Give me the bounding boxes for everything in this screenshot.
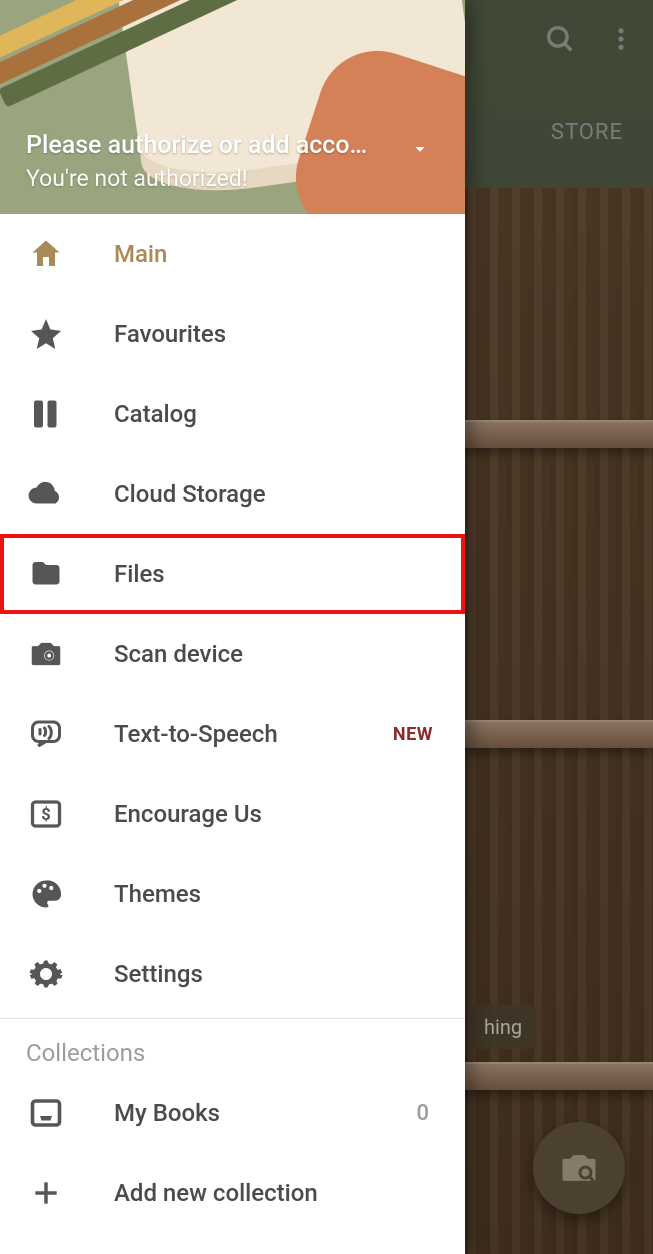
nav-item-label: Cloud Storage: [114, 480, 439, 508]
nav-item-scan-device[interactable]: Scan device: [0, 614, 465, 694]
collection-my-books[interactable]: My Books 0: [0, 1073, 465, 1153]
collections-section-title: Collections: [0, 1029, 465, 1073]
star-icon: [26, 314, 66, 354]
add-new-collection[interactable]: Add new collection: [0, 1153, 465, 1233]
drawer-subtitle: You're not authorized!: [26, 165, 248, 192]
palette-icon: [26, 874, 66, 914]
nav-item-themes[interactable]: Themes: [0, 854, 465, 934]
nav-item-label: Themes: [114, 880, 439, 908]
nav-item-tts[interactable]: Text-to-Speech NEW: [0, 694, 465, 774]
chevron-down-icon[interactable]: [409, 138, 431, 160]
svg-text:$: $: [41, 806, 50, 825]
divider: [0, 1018, 465, 1019]
inbox-icon: [26, 1093, 66, 1133]
books-icon: [26, 394, 66, 434]
nav-item-main[interactable]: Main: [0, 214, 465, 294]
nav-item-encourage[interactable]: $ Encourage Us: [0, 774, 465, 854]
nav-item-label: Text-to-Speech: [114, 720, 345, 748]
nav-item-label: Main: [114, 240, 439, 268]
drawer-list: Main Favourites Catalog Cloud Storage Fi: [0, 214, 465, 1254]
drawer-scrim[interactable]: [465, 0, 653, 1254]
camera-search-icon: [26, 634, 66, 674]
nav-item-label: Add new collection: [114, 1179, 439, 1207]
drawer-header[interactable]: Please authorize or add acco… You're not…: [0, 0, 465, 214]
nav-item-settings[interactable]: Settings: [0, 934, 465, 1014]
nav-item-label: Favourites: [114, 320, 439, 348]
gear-icon: [26, 954, 66, 994]
collection-label: My Books: [114, 1099, 368, 1127]
nav-item-label: Files: [114, 560, 439, 588]
drawer-title: Please authorize or add acco…: [26, 131, 385, 160]
nav-item-label: Encourage Us: [114, 800, 439, 828]
nav-item-label: Scan device: [114, 640, 439, 668]
nav-item-label: Settings: [114, 960, 439, 988]
dollar-icon: $: [26, 794, 66, 834]
plus-icon: [26, 1173, 66, 1213]
navigation-drawer: Please authorize or add acco… You're not…: [0, 0, 465, 1254]
speech-icon: [26, 714, 66, 754]
nav-item-favourites[interactable]: Favourites: [0, 294, 465, 374]
home-icon: [26, 234, 66, 274]
new-badge: NEW: [393, 724, 433, 745]
nav-item-label: Catalog: [114, 400, 439, 428]
nav-item-cloud-storage[interactable]: Cloud Storage: [0, 454, 465, 534]
nav-item-catalog[interactable]: Catalog: [0, 374, 465, 454]
folder-icon: [26, 554, 66, 594]
cloud-icon: [26, 474, 66, 514]
collection-count: 0: [416, 1101, 429, 1126]
nav-item-files[interactable]: Files: [0, 534, 465, 614]
